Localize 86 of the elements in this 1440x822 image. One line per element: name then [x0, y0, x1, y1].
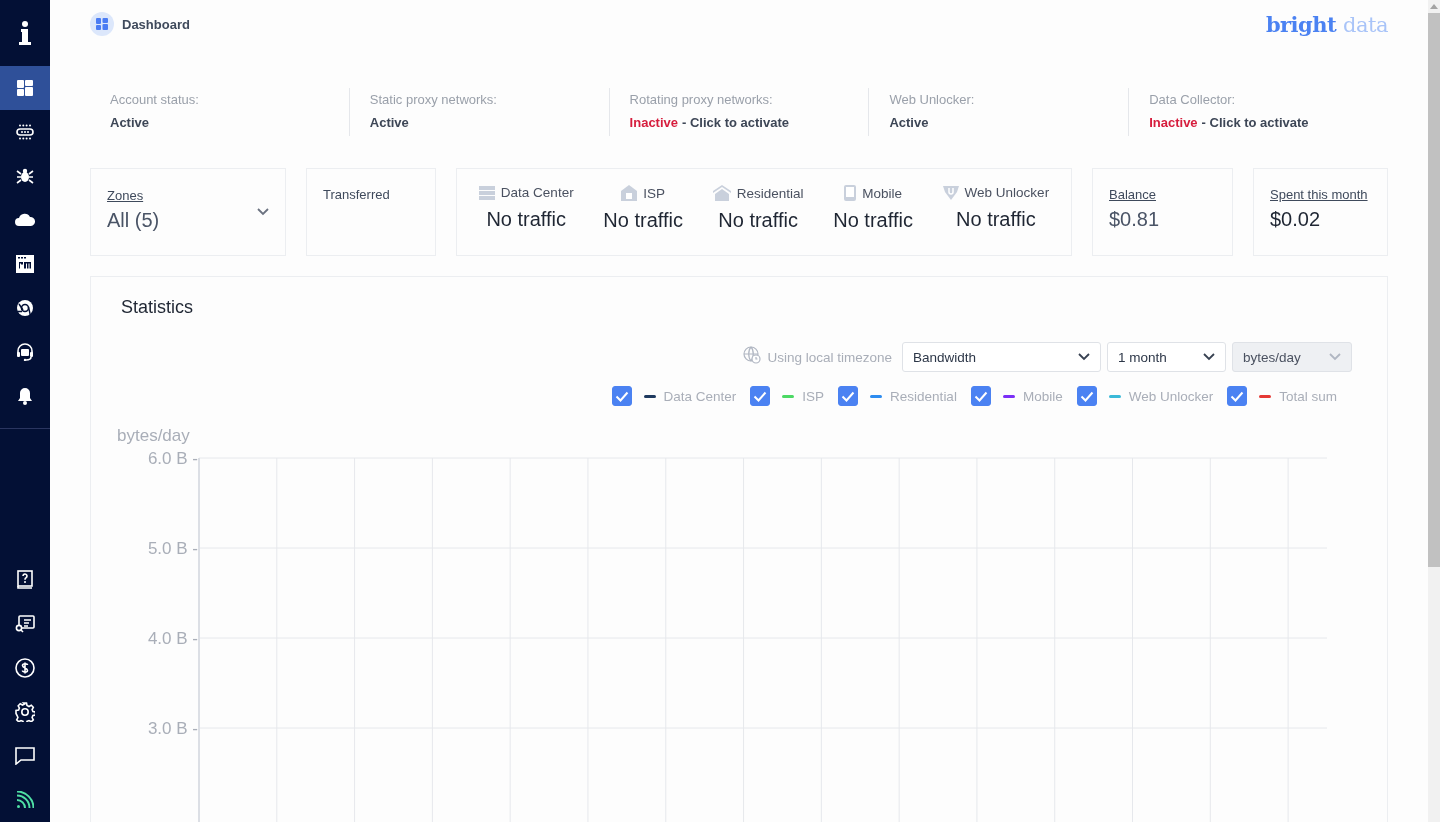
checkbox[interactable] — [970, 386, 991, 406]
dollar-circle-icon — [15, 658, 35, 678]
shield-icon — [942, 185, 959, 200]
status-value[interactable]: Inactive — [629, 115, 678, 130]
help-book-icon — [16, 570, 34, 590]
spider-icon — [16, 167, 34, 185]
y-tick-label: 3.0 B - — [147, 719, 198, 738]
checkbox[interactable] — [611, 386, 632, 406]
network-icon — [16, 124, 34, 140]
legend-label: Data Center — [663, 388, 737, 404]
traffic-value: No traffic — [718, 209, 798, 232]
chevron-down-icon — [1203, 353, 1215, 361]
traffic-value: No traffic — [603, 209, 683, 232]
bright-data-logo[interactable]: bright data — [1265, 11, 1388, 37]
y-tick-label: 5.0 B - — [147, 539, 198, 558]
bell-icon — [17, 387, 33, 405]
checkbox[interactable] — [838, 386, 859, 406]
checkbox[interactable] — [750, 386, 771, 406]
zones-value: All (5) — [107, 209, 160, 232]
chevron-down-icon — [1078, 353, 1090, 361]
dashboard-icon — [90, 12, 114, 36]
server-icon — [478, 185, 495, 200]
y-axis-title: bytes/day — [117, 426, 190, 446]
legend-label: Mobile — [1022, 388, 1063, 404]
traffic-type-label: Web Unlocker — [964, 185, 1050, 200]
chat-icon — [15, 747, 35, 765]
y-tick-label: 4.0 B - — [147, 629, 198, 648]
transferred-label: Transferred — [323, 187, 391, 202]
zones-label[interactable]: Zones — [107, 188, 160, 203]
timezone-label: Using local timezone — [767, 349, 892, 365]
traffic-value: No traffic — [833, 209, 913, 232]
traffic-value: No traffic — [486, 208, 567, 231]
dashboard-icon — [17, 80, 33, 96]
status-value: Active — [889, 115, 929, 130]
house-icon — [621, 185, 638, 201]
traffic-type-label: Residential — [736, 185, 804, 201]
document-search-icon — [15, 615, 35, 633]
chevron-down-icon — [1329, 353, 1341, 361]
balance-value: $0.81 — [1109, 208, 1161, 231]
signal-feed-icon — [16, 791, 34, 809]
zones-dropdown[interactable]: Zones All (5) — [90, 168, 286, 256]
legend-label: Residential — [890, 388, 957, 404]
legend-label: ISP — [802, 388, 825, 404]
traffic-type-label: ISP — [643, 185, 666, 201]
spent-value: $0.02 — [1270, 208, 1322, 231]
headset-icon — [16, 343, 34, 361]
status-label: Web Unlocker: — [889, 92, 976, 107]
status-value: Active — [369, 115, 409, 130]
browser-icon — [16, 299, 34, 317]
chevron-down-icon — [257, 208, 269, 216]
checkmark-icon — [1230, 390, 1245, 402]
checkmark-icon — [973, 390, 988, 402]
legend-label: Web Unlocker — [1128, 388, 1214, 404]
checkbox[interactable] — [1227, 386, 1248, 406]
activate-link[interactable]: - Click to activate — [1201, 115, 1309, 130]
checkmark-icon — [614, 390, 629, 402]
checkmark-icon — [753, 390, 768, 402]
spent-this-month-link[interactable]: Spent this month — [1270, 187, 1371, 202]
y-tick-label: 6.0 B - — [147, 452, 198, 468]
checkmark-icon — [1079, 390, 1094, 402]
page-title: Dashboard — [122, 16, 190, 32]
status-label: Account status: — [110, 92, 200, 107]
house-icon — [712, 185, 731, 201]
scrollbar-thumb[interactable] — [1428, 13, 1440, 567]
status-label: Rotating proxy networks: — [629, 92, 774, 107]
dropdown[interactable]: 1 month — [1107, 342, 1226, 372]
status-value[interactable]: Inactive — [1149, 115, 1198, 130]
settings-icon — [15, 702, 35, 722]
statistics-title: Statistics — [121, 297, 195, 318]
traffic-type-label: Mobile — [862, 185, 902, 201]
activate-link[interactable]: - Click to activate — [682, 115, 789, 130]
status-label: Data Collector: — [1149, 92, 1237, 107]
status-label: Static proxy networks: — [369, 92, 498, 107]
phone-icon — [844, 185, 857, 201]
traffic-value: No traffic — [956, 208, 1036, 231]
status-value: Active — [110, 115, 150, 130]
dropdown: bytes/day — [1232, 342, 1352, 372]
sidebar-item[interactable] — [0, 66, 50, 110]
legend-label: Total sum — [1279, 388, 1337, 404]
checkmark-icon — [841, 390, 856, 402]
dropdown[interactable]: Bandwidth — [902, 342, 1101, 372]
balance-link[interactable]: Balance — [1109, 187, 1216, 202]
scrollbar[interactable] — [1428, 0, 1440, 822]
terminal-window-icon — [16, 255, 34, 273]
checkbox[interactable] — [1076, 386, 1097, 406]
traffic-type-label: Data Center — [500, 185, 574, 200]
